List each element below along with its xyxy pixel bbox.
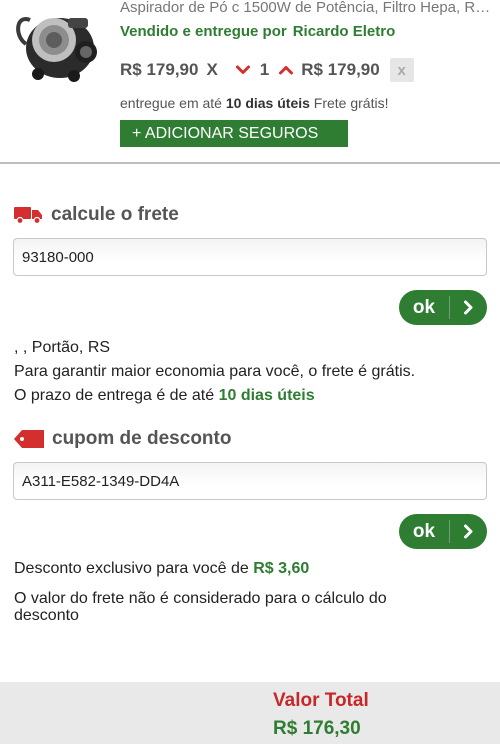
price-row: R$ 179,90 X 1 R$ 179,90 x bbox=[120, 58, 414, 82]
ok-label: ok bbox=[412, 296, 436, 318]
free-shipping-note: Frete grátis! bbox=[313, 95, 389, 111]
remove-item-button[interactable]: x bbox=[389, 58, 414, 82]
delivery-info: entregue em até 10 dias úteis Frete grát… bbox=[120, 95, 389, 111]
delivery-days: 10 dias úteis bbox=[225, 95, 310, 111]
free-shipping-message: Para garantir maior economia para você, … bbox=[14, 363, 416, 380]
order-summary-bar: Valor Total R$ 176,30 bbox=[0, 682, 500, 744]
apply-coupon-button[interactable]: ok bbox=[399, 514, 487, 549]
coupon-code-input[interactable] bbox=[13, 462, 487, 500]
total-label: Valor Total bbox=[273, 690, 369, 711]
deadline-days: 10 dias úteis bbox=[218, 387, 315, 404]
calculate-shipping-button[interactable]: ok bbox=[399, 290, 487, 325]
chevron-down-icon bbox=[235, 65, 250, 74]
shipping-title: calcule o frete bbox=[51, 204, 179, 225]
times-sign: X bbox=[206, 60, 218, 79]
discount-note-line2: desconto bbox=[14, 607, 79, 624]
discount-value: R$ 3,60 bbox=[253, 560, 310, 577]
delivery-deadline: O prazo de entrega é de até 10 dias útei… bbox=[14, 387, 315, 405]
chevron-up-icon bbox=[279, 66, 294, 75]
discount-prefix: Desconto exclusivo para você de bbox=[14, 560, 249, 577]
truck-icon bbox=[14, 206, 43, 224]
seller-info: Vendido e entregue por Ricardo Eletro bbox=[120, 23, 395, 40]
unit-price: R$ 179,90 bbox=[120, 60, 199, 79]
discount-info: Desconto exclusivo para você de R$ 3,60 bbox=[14, 560, 309, 578]
product-name[interactable]: Aspirador de Pó c 1500W de Potência, Fil… bbox=[120, 0, 495, 16]
product-image[interactable] bbox=[8, 0, 108, 90]
coupon-title: cupom de desconto bbox=[52, 428, 232, 449]
add-insurance-button[interactable]: + ADICIONAR SEGUROS bbox=[120, 120, 348, 147]
seller-prefix: Vendido e entregue por bbox=[120, 23, 287, 40]
increase-quantity-button[interactable] bbox=[275, 59, 297, 81]
shipping-address: , , Portão, RS bbox=[14, 339, 111, 356]
shipping-section-title: calcule o frete bbox=[14, 204, 179, 226]
chevron-right-icon bbox=[450, 524, 487, 539]
zip-code-input[interactable] bbox=[13, 238, 487, 276]
delivery-prefix: entregue em até bbox=[120, 95, 222, 111]
coupon-section-title: cupom de desconto bbox=[14, 428, 231, 450]
discount-note-line1: O valor do frete não é considerado para … bbox=[14, 590, 387, 607]
seller-name: Ricardo Eletro bbox=[292, 23, 396, 40]
decrease-quantity-button[interactable] bbox=[232, 59, 254, 81]
item-total-price: R$ 179,90 bbox=[301, 60, 380, 79]
quantity-value: 1 bbox=[259, 60, 270, 79]
ok-label: ok bbox=[412, 520, 436, 542]
cart-item: Aspirador de Pó c 1500W de Potência, Fil… bbox=[0, 0, 500, 164]
deadline-prefix: O prazo de entrega é de até bbox=[14, 387, 215, 404]
total-value: R$ 176,30 bbox=[273, 718, 361, 739]
chevron-right-icon bbox=[450, 300, 487, 315]
tag-icon bbox=[14, 430, 44, 448]
